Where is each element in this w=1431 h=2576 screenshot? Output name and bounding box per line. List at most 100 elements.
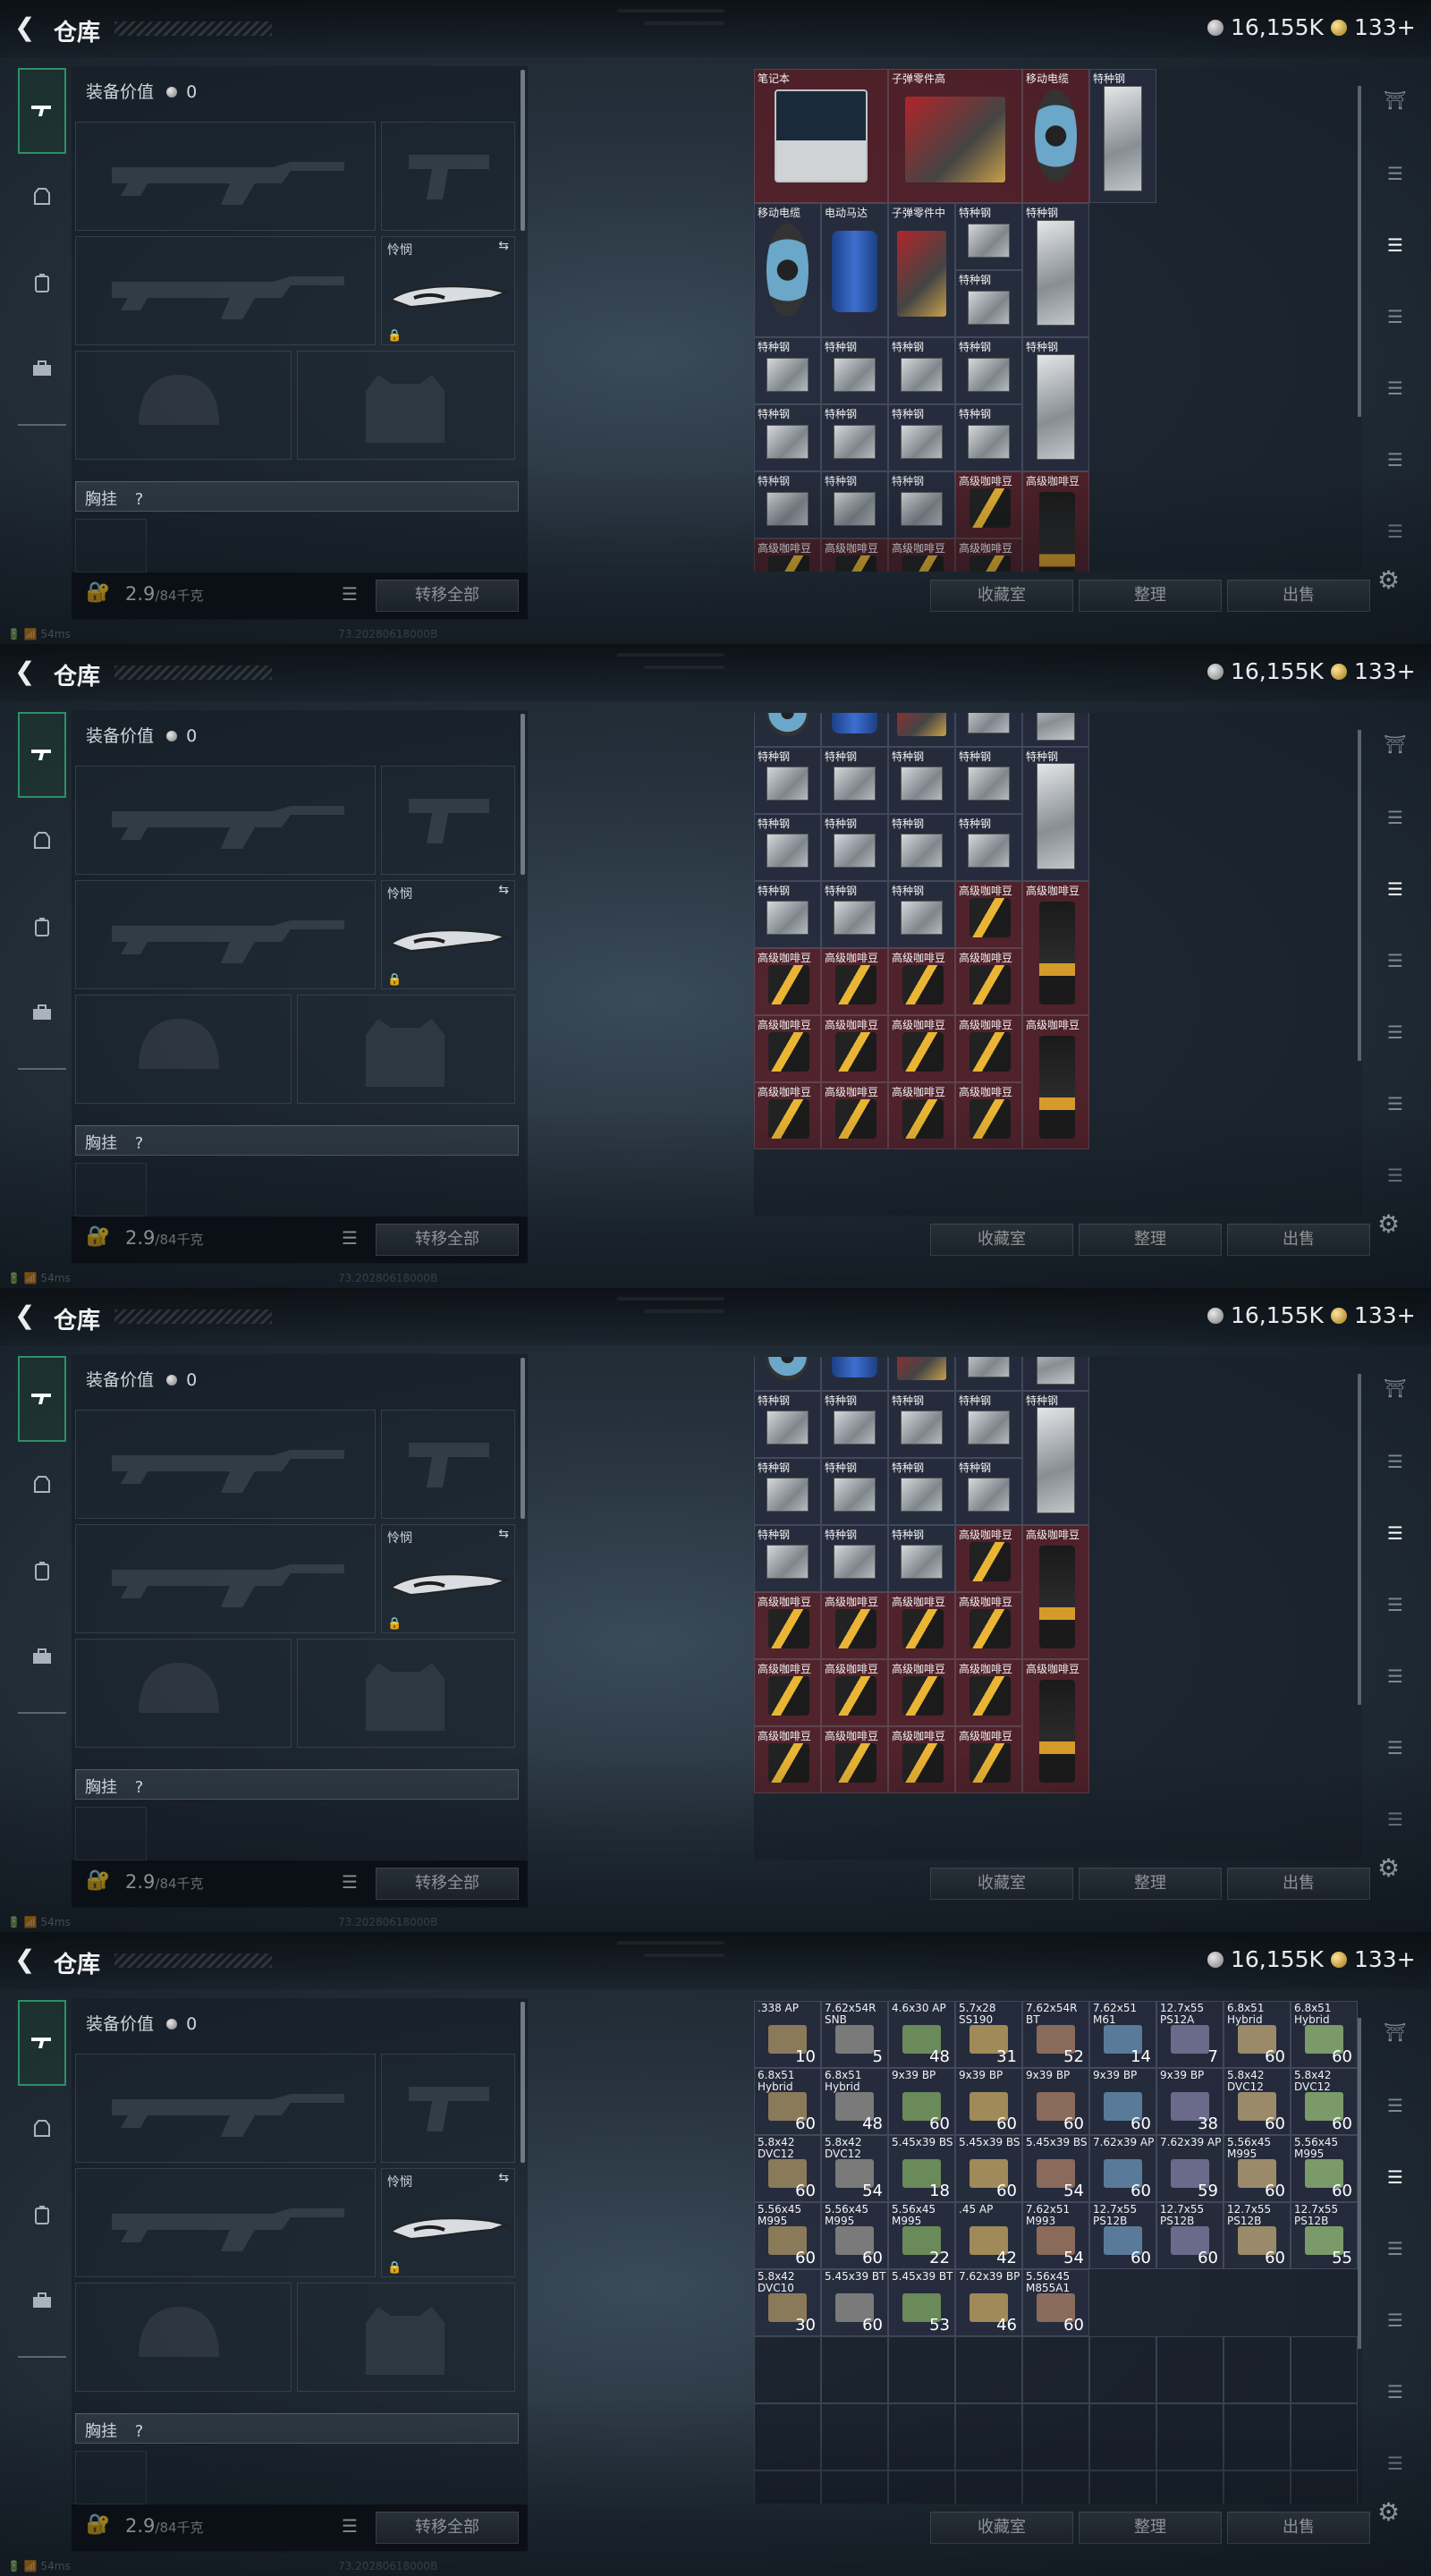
grid-item[interactable] xyxy=(955,713,1022,747)
ammo-item[interactable]: 9x39 BP 60 xyxy=(955,2068,1022,2135)
ammo-item[interactable]: 6.8x51 Hybrid 60 xyxy=(754,2068,821,2135)
grid-item[interactable]: 高级咖啡豆 xyxy=(821,538,888,572)
grid-item[interactable]: 笔记本 xyxy=(754,69,888,203)
primary-weapon-slot[interactable] xyxy=(75,1410,376,1519)
grid-item[interactable]: 高级咖啡豆 xyxy=(955,471,1022,538)
grid-item[interactable]: 高级咖啡豆 xyxy=(821,1014,888,1082)
nav-page-2-icon[interactable]: ☰ xyxy=(1379,1445,1411,1478)
grid-item[interactable]: 高级咖啡豆 xyxy=(754,1081,821,1149)
chest-rig-slot[interactable]: 胸挂 ? xyxy=(75,481,519,512)
grid-item[interactable] xyxy=(888,713,955,747)
equipment-scrollbar[interactable] xyxy=(521,2002,525,2163)
empty-grid-cell[interactable] xyxy=(1022,2403,1089,2470)
grid-item[interactable]: 移动电缆 xyxy=(754,203,821,337)
grid-item[interactable]: 特种钢 xyxy=(821,1390,888,1458)
grid-item[interactable]: 高级咖啡豆 xyxy=(955,1591,1022,1659)
nav-page-5-icon[interactable]: ☰ xyxy=(1379,1660,1411,1692)
ammo-item[interactable]: 5.7x28 SS190 31 xyxy=(955,2001,1022,2068)
ammo-item[interactable]: 5.8x42 DVC12 60 xyxy=(1224,2068,1291,2135)
grid-item[interactable]: 高级咖啡豆 xyxy=(955,1658,1022,1726)
swap-icon[interactable]: ⇆ xyxy=(498,2171,509,2185)
secondary-weapon-slot[interactable] xyxy=(75,2168,376,2277)
grid-item[interactable]: 特种钢 xyxy=(888,746,955,814)
nav-armor[interactable] xyxy=(18,2086,66,2172)
ammo-item[interactable]: 5.56x45 M995 22 xyxy=(888,2202,955,2269)
ammo-item[interactable]: 12.7x55 PS12B 60 xyxy=(1089,2202,1156,2269)
grid-item[interactable] xyxy=(888,1357,955,1391)
ammo-item[interactable]: 4.6x30 AP 48 xyxy=(888,2001,955,2068)
chest-rig-help[interactable]: ? xyxy=(135,1134,144,1153)
nav-briefcase[interactable] xyxy=(18,970,66,1055)
empty-grid-cell[interactable] xyxy=(1156,2403,1224,2470)
grid-item[interactable]: 特种钢 xyxy=(821,880,888,948)
empty-grid-cell[interactable] xyxy=(1089,2336,1156,2403)
ammo-item[interactable]: 7.62x39 AP 59 xyxy=(1156,2135,1224,2202)
grid-item[interactable]: 特种钢 xyxy=(754,1524,821,1592)
grid-item[interactable]: 高级咖啡豆 xyxy=(955,1725,1022,1793)
grid-item[interactable]: 高级咖啡豆 xyxy=(821,1725,888,1793)
grid-item[interactable]: 特种钢 xyxy=(955,337,1022,404)
empty-grid-cell[interactable] xyxy=(1089,2470,1156,2504)
organize-button[interactable]: 整理 xyxy=(1079,1868,1222,1900)
grid-item[interactable]: 特种钢 xyxy=(1022,203,1089,337)
grid-item[interactable]: 高级咖啡豆 xyxy=(821,947,888,1015)
back-arrow-icon[interactable]: ❮ xyxy=(14,1946,41,1973)
grid-item[interactable]: 高级咖啡豆 xyxy=(888,538,955,572)
ammo-item[interactable]: 7.62x39 AP 60 xyxy=(1089,2135,1156,2202)
grid-scrollbar[interactable] xyxy=(1358,86,1361,417)
grid-item[interactable]: 特种钢 xyxy=(888,337,955,404)
nav-page-5-icon[interactable]: ☰ xyxy=(1379,2304,1411,2336)
ammo-item[interactable]: 9x39 BP 60 xyxy=(1022,2068,1089,2135)
grid-item[interactable]: 特种钢 xyxy=(754,880,821,948)
grid-scrollbar[interactable] xyxy=(1358,1374,1361,1705)
nav-page-4-icon[interactable]: ☰ xyxy=(1379,301,1411,333)
empty-grid-cell[interactable] xyxy=(955,2470,1022,2504)
grid-item[interactable] xyxy=(1022,1357,1089,1391)
nav-page-6-icon[interactable]: ☰ xyxy=(1379,1088,1411,1120)
ammo-item[interactable]: 5.56x45 M855A1 60 xyxy=(1022,2269,1089,2336)
grid-item[interactable]: 特种钢 xyxy=(821,813,888,881)
grid-item[interactable]: 特种钢 xyxy=(888,404,955,471)
grid-item[interactable]: 特种钢 xyxy=(1022,746,1089,881)
ammo-item[interactable]: 7.62x54R BT 52 xyxy=(1022,2001,1089,2068)
grid-item[interactable]: 特种钢 xyxy=(754,1390,821,1458)
ammo-item[interactable]: 5.56x45 M995 60 xyxy=(821,2202,888,2269)
nav-page-6-icon[interactable]: ☰ xyxy=(1379,1732,1411,1764)
grid-item[interactable]: 特种钢 xyxy=(955,746,1022,814)
ammo-item[interactable]: 7.62x51 M993 54 xyxy=(1022,2202,1089,2269)
nav-briefcase[interactable] xyxy=(18,1614,66,1699)
ammo-item[interactable]: 7.62x51 M61 14 xyxy=(1089,2001,1156,2068)
grid-item[interactable]: 电动马达 xyxy=(821,203,888,337)
ammo-item[interactable]: 5.8x42 DVC12 60 xyxy=(754,2135,821,2202)
chest-rig-item-slot[interactable] xyxy=(75,2451,147,2504)
grid-item[interactable]: 特种钢 xyxy=(955,813,1022,881)
empty-grid-cell[interactable] xyxy=(821,2470,888,2504)
ammo-item[interactable]: 5.45x39 BS 60 xyxy=(955,2135,1022,2202)
grid-item[interactable]: 特种钢 xyxy=(754,746,821,814)
grid-item[interactable]: 高级咖啡豆 xyxy=(955,1081,1022,1149)
grid-item[interactable]: 高级咖啡豆 xyxy=(888,1014,955,1082)
nav-weapons[interactable] xyxy=(18,2000,66,2086)
grid-item[interactable]: 高级咖啡豆 xyxy=(888,947,955,1015)
chest-rig-item-slot[interactable] xyxy=(75,1807,147,1860)
grid-item[interactable]: 高级咖啡豆 xyxy=(955,947,1022,1015)
grid-item[interactable]: 高级咖啡豆 xyxy=(955,1524,1022,1592)
empty-grid-cell[interactable] xyxy=(754,2336,821,2403)
nav-page-7-icon[interactable]: ☰ xyxy=(1379,2447,1411,2479)
grid-item[interactable]: 高级咖啡豆 xyxy=(888,1725,955,1793)
nav-weapons[interactable] xyxy=(18,68,66,154)
gold-currency[interactable]: 133+ xyxy=(1331,658,1416,684)
helmet-slot[interactable] xyxy=(75,995,292,1104)
grid-scrollbar[interactable] xyxy=(1358,2018,1361,2349)
nav-all-items-icon[interactable]: ⛩ xyxy=(1379,1372,1411,1404)
nav-page-6-icon[interactable]: ☰ xyxy=(1379,444,1411,476)
chest-rig-help[interactable]: ? xyxy=(135,1778,144,1797)
list-icon[interactable]: ☰ xyxy=(342,1871,358,1893)
gear-icon[interactable]: ⚙ xyxy=(1377,1209,1400,1239)
collection-room-button[interactable]: 收藏室 xyxy=(930,580,1073,612)
empty-grid-cell[interactable] xyxy=(1224,2403,1291,2470)
back-arrow-icon[interactable]: ❮ xyxy=(14,14,41,41)
grid-item[interactable] xyxy=(821,1357,888,1391)
melee-slot[interactable]: 怜悯 ⇆ 🔒 xyxy=(381,1524,515,1633)
grid-item[interactable]: 子弹零件高 xyxy=(888,69,1022,203)
